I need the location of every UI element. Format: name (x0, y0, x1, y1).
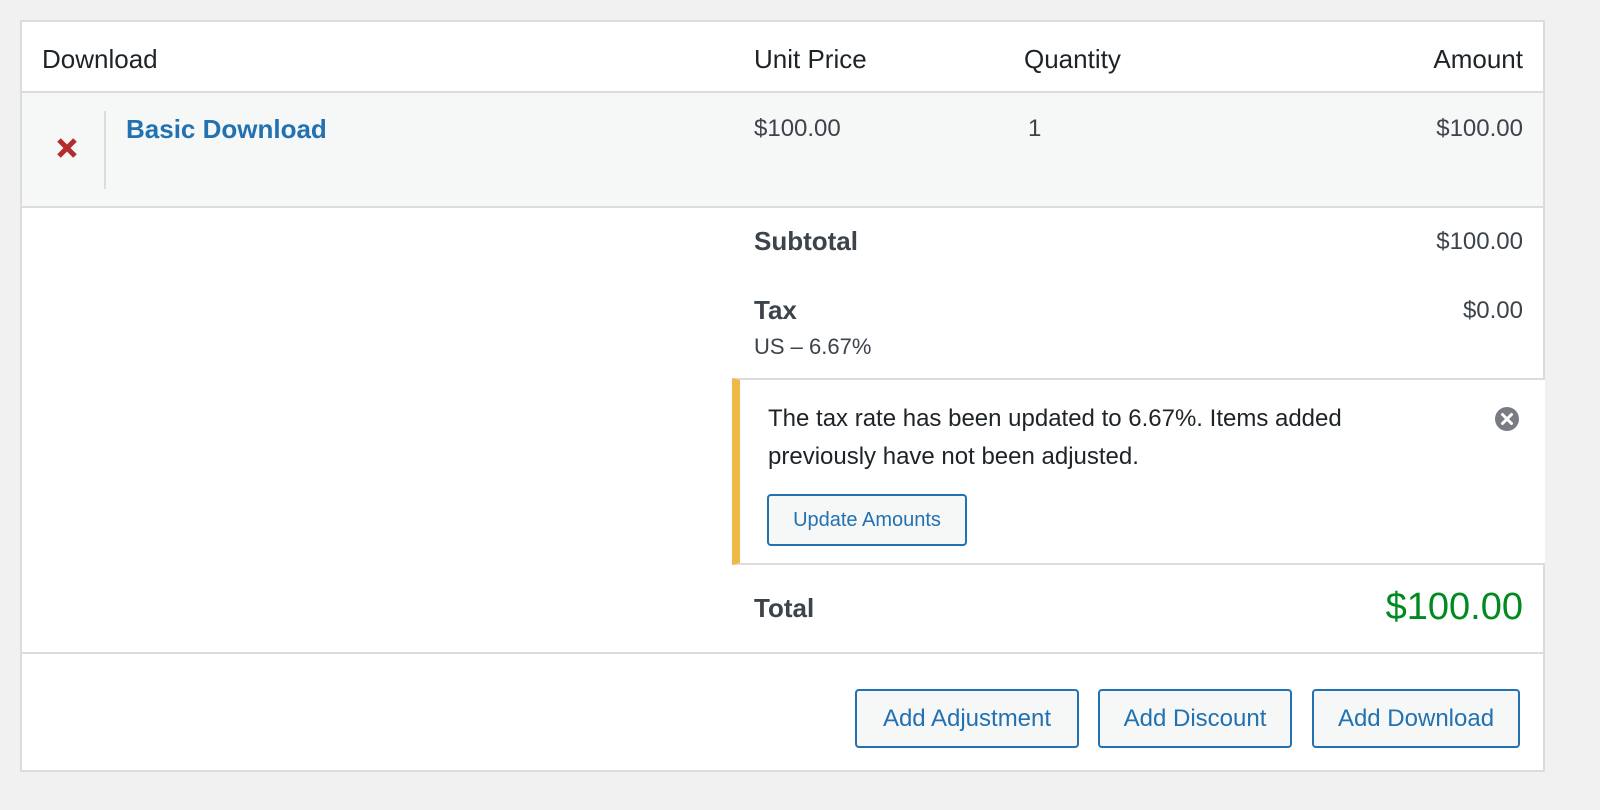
total-label: Total (754, 593, 815, 623)
header-amount: Amount (1433, 44, 1523, 74)
subtotal-value: $100.00 (1436, 228, 1523, 255)
add-discount-button[interactable]: Add Discount (1098, 689, 1292, 748)
item-unit-price: $100.00 (754, 115, 841, 142)
add-adjustment-button[interactable]: Add Adjustment (855, 689, 1079, 748)
item-amount: $100.00 (1436, 115, 1523, 142)
notice-message: The tax rate has been updated to 6.67%. … (768, 405, 1342, 470)
item-name-link[interactable]: Basic Download (126, 114, 327, 145)
item-quantity: 1 (1028, 115, 1042, 142)
table-row: Basic Download $100.00 1 $100.00 (22, 93, 1543, 208)
remove-item-icon[interactable] (52, 133, 82, 163)
update-amounts-button[interactable]: Update Amounts (767, 494, 967, 546)
tax-label: Tax (754, 295, 797, 325)
header-unit-price: Unit Price (754, 44, 867, 74)
footer-divider (22, 652, 1543, 654)
header-quantity: Quantity (1024, 44, 1121, 74)
order-items-panel: Download Unit Price Quantity Amount Basi… (20, 20, 1545, 772)
add-download-button[interactable]: Add Download (1312, 689, 1520, 748)
row-divider (104, 111, 106, 189)
tax-value: $0.00 (1462, 297, 1523, 324)
table-header: Download Unit Price Quantity Amount (22, 22, 1543, 93)
tax-rate: US – 6.67% (754, 334, 872, 359)
tax-rate-notice: The tax rate has been updated to 6.67%. … (732, 378, 1545, 565)
subtotal-label: Subtotal (754, 226, 858, 256)
total-value: $100.00 (1385, 586, 1523, 628)
dismiss-circle-icon[interactable] (1494, 406, 1520, 432)
header-download: Download (42, 44, 158, 74)
